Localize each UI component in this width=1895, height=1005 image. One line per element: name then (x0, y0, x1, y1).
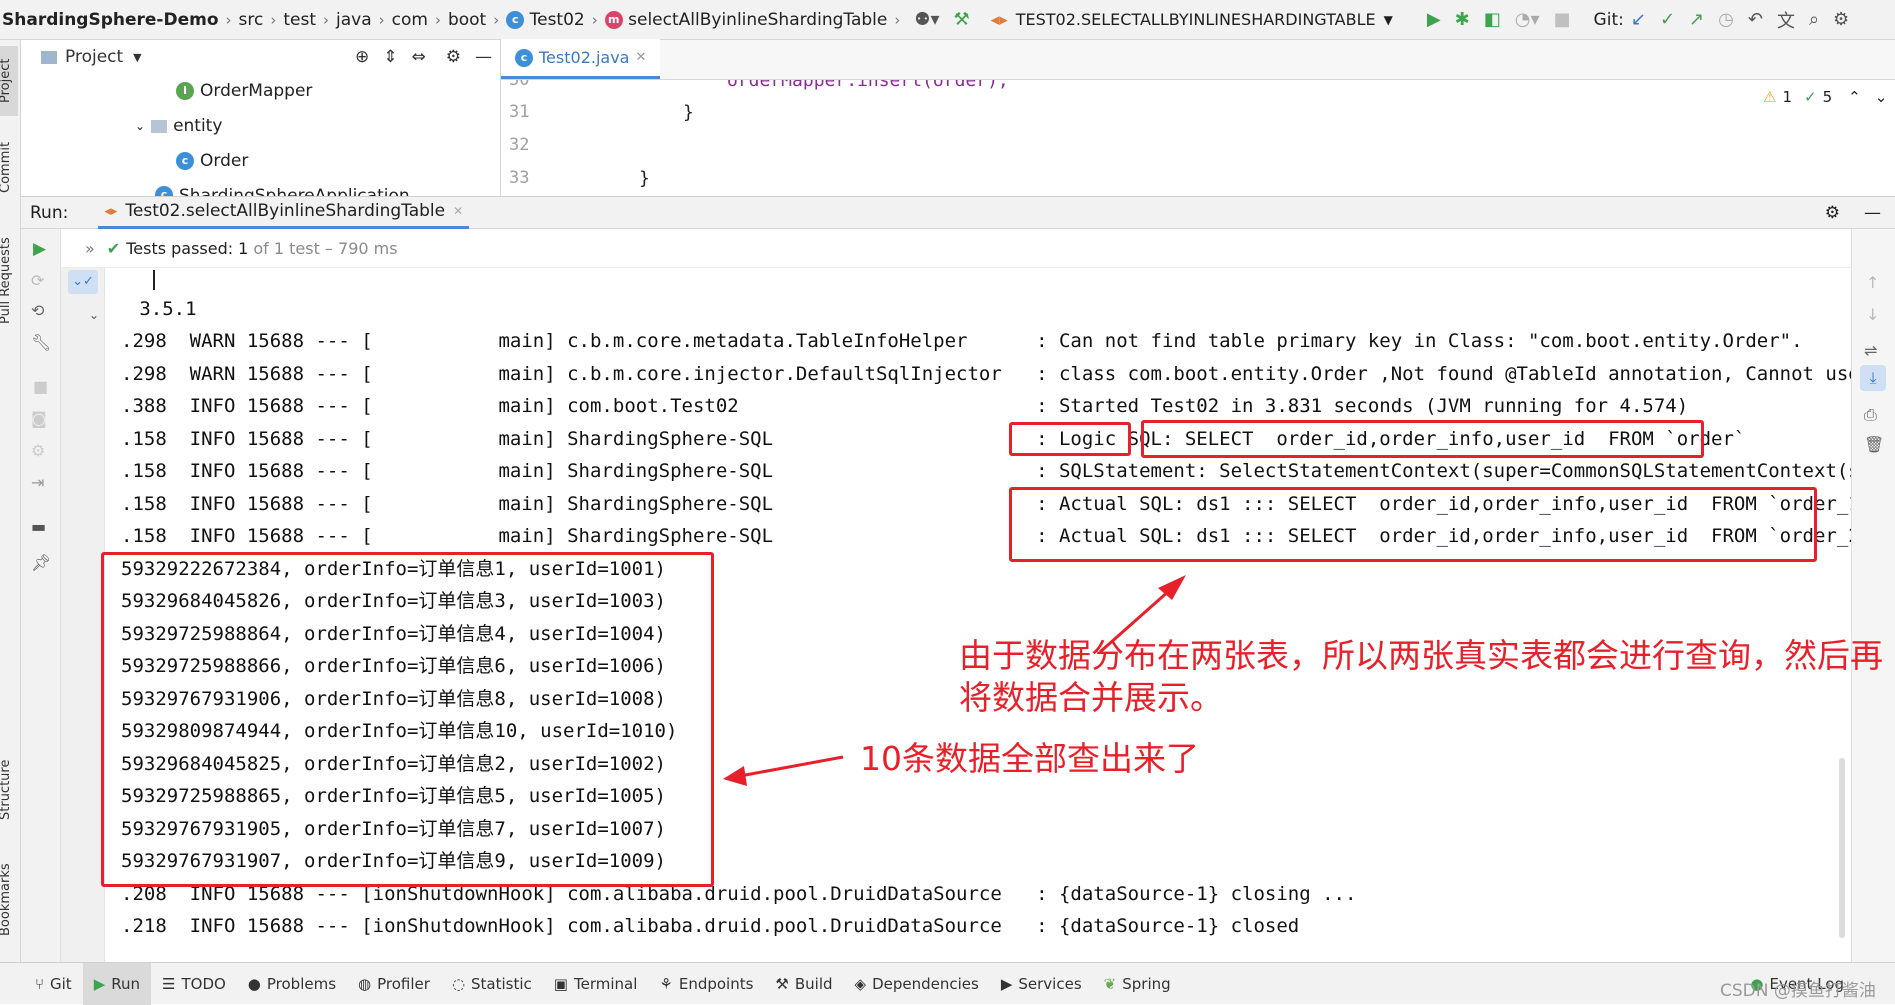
watermark: CSDN @摸鱼打酱油 (1720, 981, 1876, 1001)
annotation-line: 由于数据分布在两张表，所以两张真实表都会进行查询，然后再 (959, 636, 1883, 675)
annotation-arrows (723, 575, 1186, 786)
annotation-note-two-tables: 由于数据分布在两张表，所以两张真实表都会进行查询，然后再 将数据合并展示。 (959, 635, 1883, 719)
annotation-line: 将数据合并展示。 (959, 678, 1223, 717)
annotation-note-ten-rows: 10条数据全部查出来了 (860, 739, 1199, 778)
arrow-to-result-rows (723, 755, 844, 786)
